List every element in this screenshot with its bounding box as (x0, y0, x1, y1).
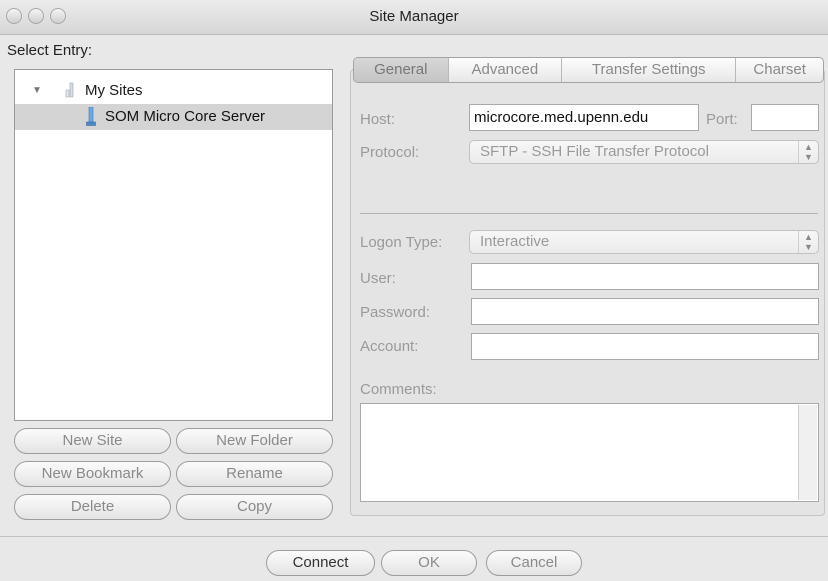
tree-item-my-sites[interactable]: ▼ My Sites (15, 78, 332, 104)
disclosure-triangle-icon[interactable]: ▼ (32, 85, 42, 96)
footer-divider (0, 536, 828, 537)
site-tree[interactable]: ▼ My Sites SOM Micro Core Server (14, 69, 333, 421)
new-folder-button[interactable]: New Folder (176, 428, 333, 454)
stepper-arrows-icon: ▲ ▼ (798, 141, 818, 163)
ok-button[interactable]: OK (381, 550, 477, 576)
tab-charset[interactable]: Charset (736, 58, 823, 82)
new-site-button[interactable]: New Site (14, 428, 171, 454)
protocol-value: SFTP - SSH File Transfer Protocol (480, 143, 709, 160)
host-input[interactable]: microcore.med.upenn.edu (469, 104, 699, 131)
password-label: Password: (360, 304, 431, 321)
host-label: Host: (360, 111, 396, 128)
copy-button[interactable]: Copy (176, 494, 333, 520)
cancel-button[interactable]: Cancel (486, 550, 582, 576)
port-input[interactable] (751, 104, 819, 131)
title-bar: Site Manager (0, 0, 828, 35)
account-label: Account: (360, 338, 419, 355)
tree-item-label: SOM Micro Core Server (105, 108, 266, 125)
user-label: User: (360, 270, 396, 287)
folder-icon (65, 82, 74, 98)
delete-button[interactable]: Delete (14, 494, 171, 520)
rename-button[interactable]: Rename (176, 461, 333, 487)
tree-item-som-micro-core-server[interactable]: SOM Micro Core Server (15, 104, 332, 130)
connect-button[interactable]: Connect (266, 550, 375, 576)
tab-advanced[interactable]: Advanced (449, 58, 563, 82)
tab-transfer-settings[interactable]: Transfer Settings (562, 58, 737, 82)
tab-general[interactable]: General (354, 58, 449, 82)
port-label: Port: (706, 111, 738, 128)
comments-scrollbar[interactable] (798, 405, 817, 500)
window-title: Site Manager (369, 8, 459, 25)
password-input[interactable] (471, 298, 819, 325)
comments-textarea[interactable] (360, 403, 819, 502)
protocol-select[interactable]: SFTP - SSH File Transfer Protocol ▲ ▼ (469, 140, 819, 164)
server-icon (86, 107, 96, 126)
account-input[interactable] (471, 333, 819, 360)
protocol-label: Protocol: (360, 144, 420, 161)
section-divider (360, 213, 818, 214)
user-input[interactable] (471, 263, 819, 290)
logon-type-label: Logon Type: (360, 234, 443, 251)
logon-type-select[interactable]: Interactive ▲ ▼ (469, 230, 819, 254)
logon-type-value: Interactive (480, 233, 550, 250)
select-entry-label: Select Entry: (7, 42, 93, 59)
tab-bar: General Advanced Transfer Settings Chars… (353, 57, 824, 83)
comments-label: Comments: (360, 381, 437, 398)
stepper-arrows-icon: ▲ ▼ (798, 231, 818, 253)
new-bookmark-button[interactable]: New Bookmark (14, 461, 171, 487)
tree-item-label: My Sites (85, 82, 143, 99)
